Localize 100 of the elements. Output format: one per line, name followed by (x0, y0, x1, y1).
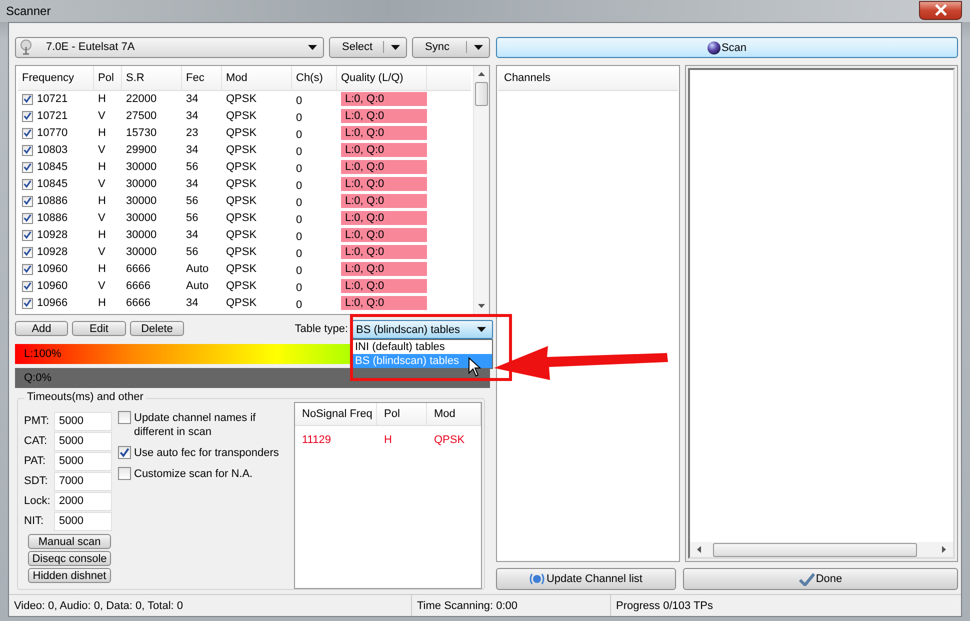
field-label: NIT: (24, 515, 45, 527)
input-field[interactable]: 7000 (54, 472, 112, 490)
close-button[interactable] (919, 0, 962, 20)
checkbox[interactable] (118, 446, 131, 459)
list-button[interactable]: Delete (130, 321, 184, 336)
table-cell: 10966 (37, 297, 68, 310)
table-cell: V (98, 246, 106, 258)
checkbox[interactable] (22, 94, 33, 105)
checkbox[interactable] (22, 178, 33, 190)
table-cell: 10845 (37, 161, 68, 174)
table-cell-text: QPSK (433, 434, 466, 446)
column-header[interactable]: Pol (94, 66, 122, 90)
sync-button[interactable]: Sync (412, 37, 490, 58)
select-button[interactable]: Select (329, 37, 407, 58)
satellite-dish-icon (20, 39, 34, 56)
table-cell: 10803 (37, 144, 68, 156)
table-cell: QPSK (226, 195, 257, 208)
column-header[interactable]: Fec (182, 66, 222, 90)
table-cell: 27500 (126, 110, 157, 122)
table-cell: 10960 (37, 263, 68, 276)
input-field[interactable]: 5000 (54, 512, 112, 530)
scroll-up-icon[interactable] (478, 72, 485, 76)
field-label: SDT: (24, 475, 49, 487)
table-cell-text: H (383, 434, 393, 446)
quality-cell: L:0, Q:0 (341, 211, 427, 226)
table-cell: 30000 (126, 212, 157, 224)
checkbox[interactable] (22, 264, 33, 275)
field-label: PAT: (24, 455, 47, 467)
option-button[interactable]: Manual scan (28, 534, 111, 549)
checkbox[interactable] (22, 298, 33, 309)
table-cell: 6666 (126, 263, 150, 276)
table-cell: 34 (186, 110, 198, 122)
input-field[interactable]: 2000 (54, 492, 112, 510)
checkbox[interactable] (118, 467, 131, 480)
quality-cell: L:0, Q:0 (341, 92, 427, 106)
checkbox[interactable] (22, 230, 33, 241)
scroll-thumb[interactable] (475, 82, 488, 106)
column-header[interactable]: S.R (122, 66, 182, 90)
input-field[interactable]: 5000 (54, 412, 112, 430)
table-cell-text: 11129 (301, 434, 332, 446)
update-channel-list-button[interactable]: Update Channel list (496, 568, 676, 590)
table-cell: QPSK (226, 263, 257, 276)
scroll-left-icon[interactable] (697, 546, 701, 553)
input-field[interactable]: 5000 (54, 452, 112, 470)
quality-cell: L:0, Q:0 (341, 296, 427, 310)
table-cell: QPSK (226, 127, 257, 140)
list-button[interactable]: Add (15, 321, 68, 336)
table-cell: 10928 (37, 246, 68, 258)
checkbox[interactable] (22, 246, 33, 258)
window-title: Scanner (6, 4, 51, 18)
group-title: Timeouts(ms) and other (24, 391, 146, 403)
table-cell: 34 (186, 144, 198, 156)
table-cell: H (98, 195, 106, 208)
column-header[interactable]: Mod (222, 66, 292, 90)
checkbox[interactable] (22, 162, 33, 173)
table-cell: 0 (296, 282, 302, 294)
table-cell: QPSK (226, 246, 257, 258)
checkbox[interactable] (22, 280, 33, 292)
table-cell: 56 (186, 195, 198, 208)
table-cell: 0 (296, 299, 302, 312)
checkbox[interactable] (22, 110, 33, 122)
input-field[interactable]: 5000 (54, 432, 112, 450)
table-cell: QPSK (226, 161, 257, 174)
column-header[interactable]: Pol (377, 403, 427, 425)
dropdown-option[interactable]: INI (default) tables (353, 340, 492, 354)
checkbox[interactable] (22, 212, 33, 224)
option-button[interactable]: Diseqc console (28, 551, 111, 566)
table-cell: 30000 (126, 195, 157, 208)
scrollbar[interactable] (473, 66, 489, 314)
table-cell: 56 (186, 246, 198, 258)
quality-label: Q:0% (24, 372, 52, 384)
table-cell: H (98, 161, 106, 174)
table-cell: 0 (296, 180, 302, 192)
table-cell: QPSK (226, 110, 257, 122)
table-cell: H (98, 229, 106, 242)
column-header[interactable]: NoSignal Freq (295, 403, 377, 425)
column-header[interactable]: Mod (427, 403, 481, 425)
table-cell: 0 (296, 112, 302, 124)
scrollbar[interactable] (690, 542, 953, 557)
table-cell: 10845 (37, 178, 68, 190)
option-button[interactable]: Hidden dishnet (28, 568, 111, 583)
column-header[interactable]: Ch(s) (292, 66, 337, 90)
checkbox[interactable] (22, 196, 33, 207)
table-cell: 34 (186, 93, 198, 106)
table-type-dropdown[interactable]: BS (blindscan) tables (352, 320, 493, 339)
checkbox[interactable] (118, 411, 131, 424)
column-header[interactable]: Frequency (18, 66, 94, 90)
scroll-thumb[interactable] (713, 542, 917, 556)
checkbox[interactable] (22, 128, 33, 139)
table-cell: 34 (186, 297, 198, 310)
done-button[interactable]: Done (683, 568, 958, 590)
scroll-down-icon[interactable] (478, 304, 485, 308)
scan-button[interactable]: Scan (496, 37, 958, 58)
checkbox[interactable] (22, 144, 33, 156)
status-text: Progress 0/103 TPs (615, 598, 714, 614)
table-cell: 0 (296, 231, 302, 244)
list-button[interactable]: Edit (72, 321, 126, 336)
scroll-right-icon[interactable] (942, 546, 946, 553)
satellite-dropdown[interactable]: 7.0E - Eutelsat 7A (15, 37, 324, 58)
column-header[interactable]: Quality (L/Q) (337, 66, 427, 90)
